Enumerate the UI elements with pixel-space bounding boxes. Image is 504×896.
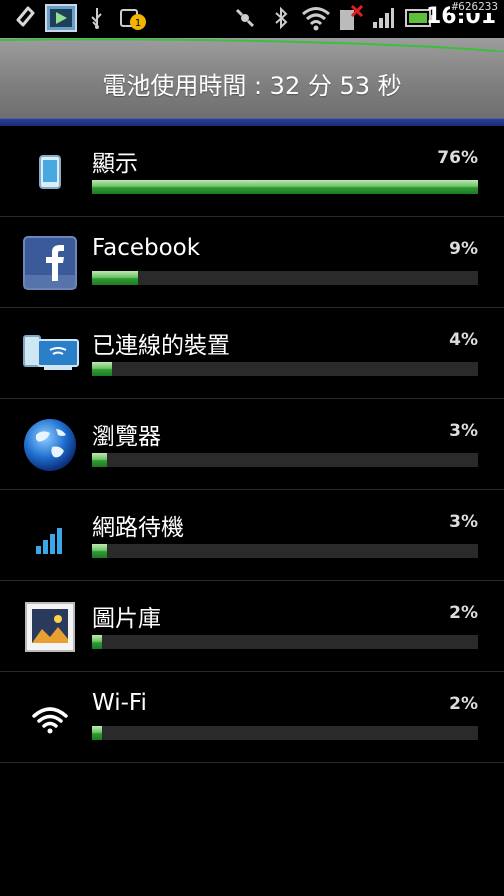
list-item-label: 圖片庫 <box>92 606 161 632</box>
usage-bar <box>92 271 478 285</box>
usage-bar <box>92 544 478 558</box>
list-item-percent: 2% <box>449 603 478 623</box>
media-icon <box>44 3 78 33</box>
usage-bar <box>92 726 478 740</box>
list-item-percent: 3% <box>449 512 478 532</box>
list-item-percent: 76% <box>437 148 478 168</box>
wifi-icon <box>300 3 332 33</box>
battery-usage-list: 顯示 76% Facebook 9% 已連線的裝置 4% 瀏覽器 3% 網路待機… <box>0 126 504 763</box>
list-item[interactable]: Facebook 9% <box>0 217 504 308</box>
usage-bar-fill <box>92 271 138 285</box>
notification-icon: 1 <box>118 3 148 33</box>
list-item[interactable]: Wi-Fi 2% <box>0 672 504 763</box>
satellite-icon <box>232 3 258 33</box>
usage-bar <box>92 635 478 649</box>
usage-bar-fill <box>92 726 103 740</box>
battery-usage-header: 電池使用時間 : 32 分 53 秒 <box>0 38 504 118</box>
usage-bar-fill <box>92 362 113 376</box>
list-item[interactable]: 網路待機 3% <box>0 490 504 581</box>
list-item-label: Wi-Fi <box>92 690 147 716</box>
list-item[interactable]: 瀏覽器 3% <box>0 399 504 490</box>
signal-icon <box>370 3 396 33</box>
header-accent-line <box>0 38 504 52</box>
wifi-icon <box>22 690 78 746</box>
phone-display-icon <box>22 144 78 200</box>
gallery-icon <box>22 599 78 655</box>
list-item[interactable]: 已連線的裝置 4% <box>0 308 504 399</box>
usage-bar-fill <box>92 544 108 558</box>
browser-globe-icon <box>22 417 78 473</box>
status-bar: 1 16:01 #626233 <box>0 0 504 36</box>
watermark-text: #626233 <box>449 0 500 13</box>
list-item-label: Facebook <box>92 235 201 261</box>
sim-error-icon <box>336 3 364 33</box>
list-item-percent: 2% <box>449 694 478 714</box>
header-divider <box>0 118 504 126</box>
usage-bar <box>92 453 478 467</box>
usb-icon <box>86 3 108 33</box>
connected-devices-icon <box>22 326 79 382</box>
list-item[interactable]: 圖片庫 2% <box>0 581 504 672</box>
link-icon <box>10 3 40 33</box>
facebook-icon <box>22 235 78 291</box>
battery-usage-title: 電池使用時間 : 32 分 53 秒 <box>102 72 402 100</box>
usage-bar <box>92 362 478 376</box>
usage-bar-fill <box>92 453 108 467</box>
list-item-label: 網路待機 <box>92 515 184 541</box>
bluetooth-icon <box>272 3 290 33</box>
list-item-percent: 4% <box>449 330 478 350</box>
list-item-percent: 9% <box>449 239 478 259</box>
network-standby-icon <box>22 508 78 564</box>
svg-text:1: 1 <box>135 18 141 29</box>
list-item-label: 已連線的裝置 <box>92 333 230 359</box>
list-item-label: 瀏覽器 <box>92 424 161 450</box>
list-item-percent: 3% <box>449 421 478 441</box>
usage-bar-fill <box>92 180 478 194</box>
list-item[interactable]: 顯示 76% <box>0 126 504 217</box>
usage-bar-fill <box>92 635 103 649</box>
usage-bar <box>92 180 478 194</box>
list-item-label: 顯示 <box>92 151 138 177</box>
